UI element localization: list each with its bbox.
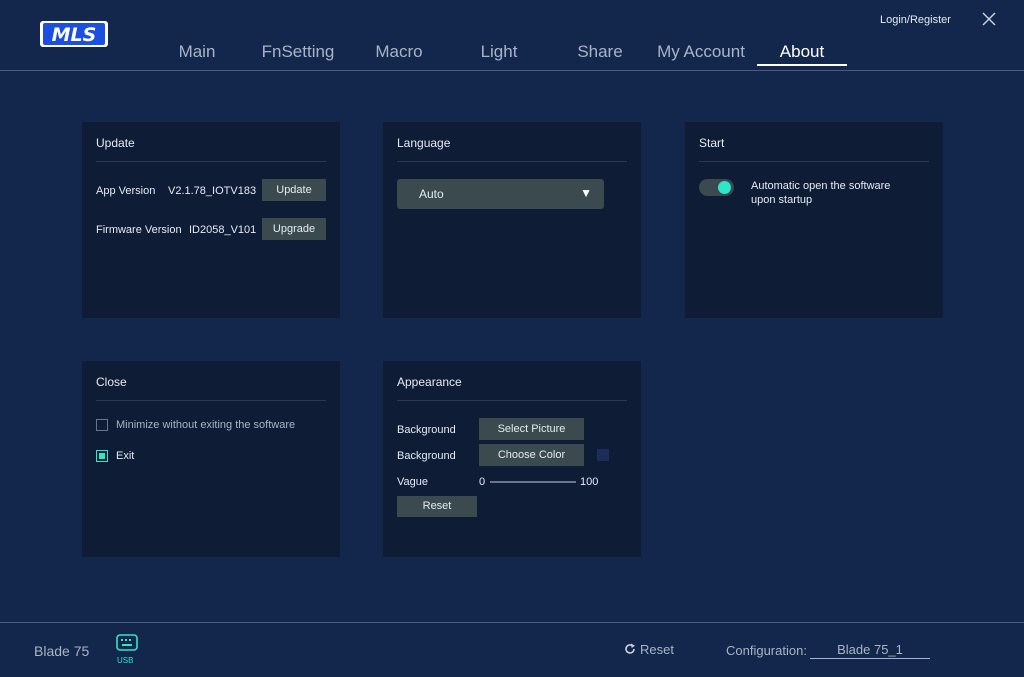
close-card: Close Minimize without exiting the softw… xyxy=(82,361,340,557)
background-label-picture: Background xyxy=(397,424,456,436)
background-label-color: Background xyxy=(397,450,456,462)
tab-macro[interactable]: Macro xyxy=(354,42,444,62)
card-divider xyxy=(699,161,929,162)
exit-checkbox[interactable] xyxy=(96,450,108,462)
app-version-label: App Version xyxy=(96,185,156,197)
select-picture-button[interactable]: Select Picture xyxy=(479,418,584,440)
firmware-version-label: Firmware Version xyxy=(96,224,182,236)
language-select[interactable]: Auto ▼ xyxy=(397,179,604,209)
device-name: Blade 75 xyxy=(34,643,90,659)
close-icon[interactable] xyxy=(980,10,998,28)
tab-my-account[interactable]: My Account xyxy=(651,42,751,62)
minimize-label: Minimize without exiting the software xyxy=(116,419,296,431)
vague-label: Vague xyxy=(397,476,428,488)
update-button[interactable]: Update xyxy=(262,179,326,201)
usb-label: USB xyxy=(117,656,134,665)
login-register-link[interactable]: Login/Register xyxy=(880,14,951,26)
vague-slider[interactable] xyxy=(490,481,576,483)
configuration-select[interactable]: Blade 75_1 xyxy=(810,642,930,659)
language-title: Language xyxy=(397,136,451,150)
exit-label: Exit xyxy=(116,450,135,462)
appearance-card: Appearance Background Select Picture Bac… xyxy=(383,361,641,557)
choose-color-button[interactable]: Choose Color xyxy=(479,444,584,466)
auto-open-label-line1: Automatic open the software xyxy=(751,180,891,192)
start-card: Start Automatic open the software upon s… xyxy=(685,122,943,318)
refresh-icon xyxy=(625,643,635,654)
update-card: Update App Version V2.1.78_IOTV183 Updat… xyxy=(82,122,340,318)
tab-share[interactable]: Share xyxy=(555,42,645,62)
footer-reset-button[interactable]: Reset xyxy=(624,642,674,657)
minimize-checkbox[interactable] xyxy=(96,419,108,431)
configuration-label: Configuration: xyxy=(726,643,807,658)
vague-max-value: 100 xyxy=(580,476,599,488)
toggle-knob xyxy=(718,181,731,194)
language-card: Language Auto ▼ xyxy=(383,122,641,318)
app-version-value: V2.1.78_IOTV183 xyxy=(168,185,257,197)
tab-main[interactable]: Main xyxy=(152,42,242,62)
card-divider xyxy=(397,161,627,162)
footer-reset-label: Reset xyxy=(640,642,674,657)
top-nav: MLS Main FnSetting Macro Light Share My … xyxy=(0,0,1024,70)
mls-logo: MLS xyxy=(40,21,108,47)
color-swatch[interactable] xyxy=(597,449,609,461)
logo-text: MLS xyxy=(52,24,97,46)
update-title: Update xyxy=(96,136,135,150)
auto-open-toggle[interactable] xyxy=(699,179,734,196)
tab-fnsetting[interactable]: FnSetting xyxy=(253,42,343,62)
card-divider xyxy=(397,400,627,401)
tab-about[interactable]: About xyxy=(757,42,847,66)
appearance-title: Appearance xyxy=(397,375,462,389)
card-divider xyxy=(96,400,326,401)
upgrade-button[interactable]: Upgrade xyxy=(262,218,326,240)
appearance-reset-button[interactable]: Reset xyxy=(397,496,477,517)
close-title: Close xyxy=(96,375,127,389)
language-selected-value: Auto xyxy=(419,187,444,201)
vague-min-value: 0 xyxy=(479,476,486,488)
tab-light[interactable]: Light xyxy=(454,42,544,62)
card-divider xyxy=(96,161,326,162)
firmware-version-value: ID2058_V101 xyxy=(189,224,257,236)
auto-open-label-line2: upon startup xyxy=(751,194,813,206)
start-title: Start xyxy=(699,136,725,150)
dropdown-arrow-icon: ▼ xyxy=(580,186,592,200)
keyboard-icon[interactable] xyxy=(115,633,139,653)
nav-divider xyxy=(0,70,1024,71)
footer-divider xyxy=(0,622,1024,623)
